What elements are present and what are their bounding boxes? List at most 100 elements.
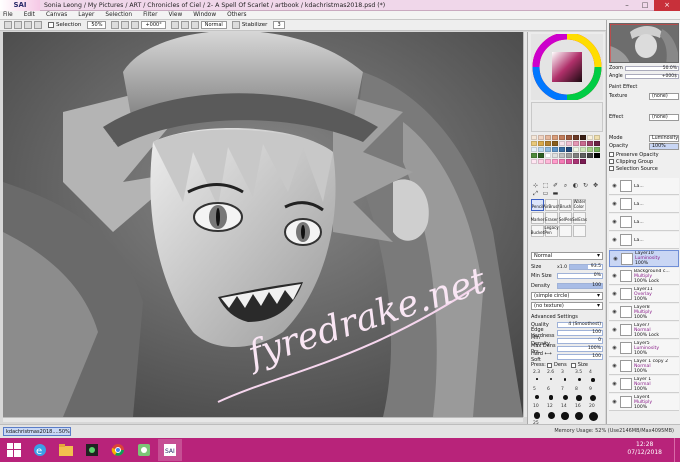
- nav-zoom-value[interactable]: 50.0%: [625, 66, 679, 71]
- undo-icon[interactable]: [4, 21, 12, 29]
- brush-size-preset[interactable]: [536, 378, 538, 380]
- zoom-field[interactable]: 50%: [87, 21, 107, 29]
- color-swatch[interactable]: [587, 141, 593, 146]
- brush-size-preset[interactable]: [535, 395, 539, 399]
- transform-tool-icon[interactable]: ⤢: [531, 190, 540, 197]
- brush-watercolor[interactable]: Water Color: [573, 199, 586, 211]
- color-swatch[interactable]: [587, 135, 593, 140]
- size-slider[interactable]: 93.5: [569, 264, 603, 270]
- close-button[interactable]: ×: [654, 0, 680, 11]
- color-swatch[interactable]: [580, 147, 586, 152]
- eye-icon[interactable]: ◉: [611, 273, 618, 280]
- eye-icon[interactable]: ◉: [611, 363, 618, 370]
- color-swatch[interactable]: [580, 141, 586, 146]
- effect-dropdown[interactable]: (none): [649, 113, 679, 121]
- color-swatch[interactable]: [545, 147, 551, 152]
- press-dens-checkbox[interactable]: [547, 362, 552, 368]
- quality-dropdown[interactable]: 4 (Smoothest): [557, 322, 603, 328]
- app-icon[interactable]: [132, 439, 156, 461]
- primary-color-icon[interactable]: ▭: [541, 190, 550, 197]
- opacity-row[interactable]: Opacity 100%: [609, 142, 679, 150]
- color-swatch[interactable]: [552, 141, 558, 146]
- layer-row[interactable]: ◉ Layer7 Normal 100% Lock: [609, 322, 679, 339]
- rotate-tool-icon[interactable]: ↻: [581, 182, 590, 189]
- color-swatch[interactable]: [594, 135, 600, 140]
- rotate-left-icon[interactable]: [170, 21, 179, 29]
- brush-size-preset[interactable]: [576, 395, 582, 401]
- min-density-slider[interactable]: 0: [557, 338, 603, 344]
- size-multiplier[interactable]: x1.0: [557, 265, 569, 270]
- menu-canvas[interactable]: Canvas: [46, 12, 67, 18]
- color-swatch[interactable]: [566, 147, 572, 152]
- color-wheel[interactable]: [531, 32, 603, 102]
- preserve-opacity-row[interactable]: Preserve Opacity: [609, 151, 679, 158]
- eyedropper-icon[interactable]: ◐: [571, 182, 580, 189]
- color-swatch[interactable]: [552, 147, 558, 152]
- select-tool-icon[interactable]: ⊹: [531, 182, 540, 189]
- hard-soft-slider[interactable]: 100: [557, 354, 603, 360]
- layer-row[interactable]: ◉ Layer5 Luminosity 100%: [609, 340, 679, 357]
- layer-row[interactable]: ◉ Layer 1 Normal 100%: [609, 376, 679, 393]
- color-swatch[interactable]: [559, 159, 565, 164]
- layer-row[interactable]: ◉ Layer4 Multiply 100%: [609, 394, 679, 411]
- brush-marker[interactable]: Marker: [531, 212, 544, 224]
- lasso-tool-icon[interactable]: ✐: [551, 182, 560, 189]
- move-tool-icon[interactable]: ✥: [591, 182, 600, 189]
- brush-size-preset[interactable]: [550, 378, 552, 380]
- color-swatch[interactable]: [538, 141, 544, 146]
- eye-icon[interactable]: ◉: [611, 327, 618, 334]
- color-swatch[interactable]: [545, 159, 551, 164]
- texture-dropdown[interactable]: (none): [649, 92, 679, 100]
- color-swatch[interactable]: [594, 147, 600, 152]
- opacity-value[interactable]: 100%: [649, 142, 679, 150]
- eye-icon[interactable]: ◉: [611, 399, 618, 406]
- file-tab[interactable]: kdachristmas2018.... 50%: [3, 427, 71, 436]
- menu-view[interactable]: View: [168, 12, 182, 18]
- color-swatch[interactable]: [531, 141, 537, 146]
- color-swatch[interactable]: [545, 135, 551, 140]
- rotate-right-icon[interactable]: [180, 21, 189, 29]
- sai-taskbar-icon[interactable]: SAI: [158, 439, 182, 461]
- brush-size-preset[interactable]: [533, 412, 541, 419]
- brush-selpen[interactable]: SelPen: [559, 212, 572, 224]
- navigator-preview[interactable]: [609, 23, 679, 63]
- density-slider[interactable]: 100: [557, 283, 603, 289]
- file-explorer-icon[interactable]: [54, 439, 78, 461]
- color-swatch[interactable]: [573, 141, 579, 146]
- shape-dropdown[interactable]: (simple circle): [531, 292, 603, 300]
- brush-size-preset[interactable]: [561, 412, 569, 420]
- color-swatch[interactable]: [559, 153, 565, 158]
- color-swatch[interactable]: [573, 135, 579, 140]
- secondary-color-icon[interactable]: ▬: [551, 190, 560, 197]
- menu-selection[interactable]: Selection: [105, 12, 132, 18]
- redo-icon[interactable]: [14, 21, 22, 29]
- menu-layer[interactable]: Layer: [78, 12, 94, 18]
- density-row[interactable]: Density 100: [531, 282, 603, 290]
- color-swatch[interactable]: [573, 159, 579, 164]
- brush-brush[interactable]: Brush: [559, 199, 572, 211]
- nav-zoom-row[interactable]: Zoom 50.0%: [609, 65, 679, 72]
- brush-size-preset[interactable]: [591, 378, 595, 382]
- eye-icon[interactable]: ◉: [611, 381, 618, 388]
- nav-angle-value[interactable]: +000$: [625, 74, 679, 79]
- color-swatch[interactable]: [580, 153, 586, 158]
- brush-legacy-pen[interactable]: Legacy Pen: [544, 225, 559, 237]
- layer-row[interactable]: ◉ La...: [609, 196, 679, 213]
- color-swatch[interactable]: [566, 153, 572, 158]
- zoom-reset-icon[interactable]: [131, 21, 140, 29]
- eye-icon[interactable]: ◉: [611, 309, 618, 316]
- eye-icon[interactable]: ◉: [611, 291, 618, 298]
- marquee-tool-icon[interactable]: ⬚: [541, 182, 550, 189]
- color-swatch[interactable]: [531, 159, 537, 164]
- maximize-button[interactable]: □: [636, 0, 654, 11]
- color-swatch[interactable]: [538, 159, 544, 164]
- blend-dropdown[interactable]: Normal: [200, 21, 227, 29]
- zoom-out-icon[interactable]: [111, 21, 120, 29]
- color-swatch[interactable]: [566, 135, 572, 140]
- zoom-in-icon[interactable]: [121, 21, 130, 29]
- brush-size-preset[interactable]: [547, 412, 555, 419]
- color-swatch[interactable]: [545, 141, 551, 146]
- color-swatch[interactable]: [594, 153, 600, 158]
- color-swatch[interactable]: [580, 135, 586, 140]
- brush-size-preset[interactable]: [548, 395, 554, 400]
